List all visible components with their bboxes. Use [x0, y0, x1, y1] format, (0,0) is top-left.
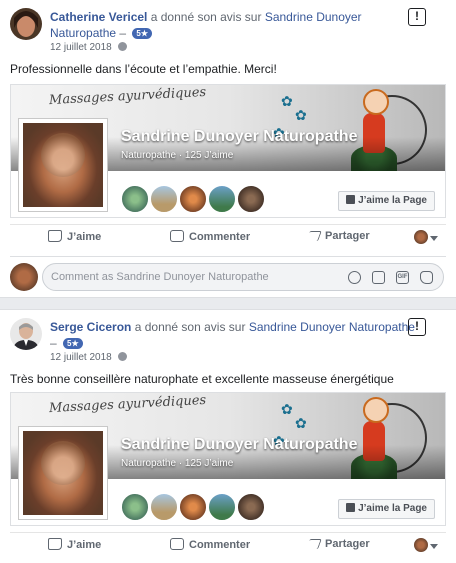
like-page-label: J’aime la Page: [358, 195, 427, 206]
comment-button[interactable]: Commenter: [170, 230, 250, 243]
author-name-link[interactable]: Serge Ciceron: [50, 320, 131, 334]
share-arrow-icon: [306, 231, 322, 241]
friend-avatar[interactable]: [237, 185, 265, 213]
commenter-avatar: [10, 263, 38, 291]
like-button[interactable]: J’aime: [48, 230, 101, 243]
friend-avatar[interactable]: [237, 493, 265, 521]
share-label: Partager: [325, 230, 370, 242]
comment-composer: Comment as Sandrine Dunoyer Naturopathe …: [10, 256, 446, 291]
friend-avatar[interactable]: [150, 493, 178, 521]
friend-avatars: [121, 493, 266, 521]
comment-button[interactable]: Commenter: [170, 538, 250, 551]
reactor-avatar[interactable]: [414, 230, 428, 244]
friend-avatar[interactable]: [121, 493, 149, 521]
post-header-text: Catherine Vericel a donné son avis sur S…: [50, 9, 416, 41]
thumbs-up-icon: [48, 230, 62, 242]
flower-icon: ✿: [295, 415, 307, 431]
chevron-down-icon[interactable]: [430, 236, 438, 241]
cover-script-text: Massages ayurvédiques: [48, 85, 207, 109]
friend-avatar[interactable]: [121, 185, 149, 213]
thumbs-up-icon: [48, 538, 62, 550]
page-name-link[interactable]: Sandrine Dunoyer Naturopathe: [249, 320, 415, 334]
comment-label: Commenter: [189, 231, 251, 243]
author-avatar[interactable]: [10, 318, 42, 350]
friend-avatar[interactable]: [208, 185, 236, 213]
like-page-button[interactable]: J’aime la Page: [338, 191, 435, 211]
like-label: J’aime: [67, 231, 102, 243]
friend-avatar[interactable]: [179, 185, 207, 213]
feed-separator: [0, 297, 456, 310]
share-label: Partager: [325, 538, 370, 550]
sticker-icon[interactable]: [420, 271, 433, 284]
camera-icon[interactable]: [372, 271, 385, 284]
review-text: Très bonne conseillère naturophate et ex…: [10, 372, 394, 386]
author-avatar[interactable]: [10, 8, 42, 40]
share-arrow-icon: [306, 539, 322, 549]
thumbs-up-icon: [346, 195, 356, 204]
page-card[interactable]: Massages ayurvédiques ✿ ✿ ✿ Sandrine Dun…: [10, 392, 446, 526]
report-flag-icon[interactable]: !: [408, 8, 426, 26]
comment-bubble-icon: [170, 538, 184, 550]
card-page-subtitle: Naturopathe · 125 J’aime: [121, 150, 234, 161]
chevron-down-icon[interactable]: [430, 544, 438, 549]
card-page-title[interactable]: Sandrine Dunoyer Naturopathe: [121, 436, 357, 454]
like-page-label: J’aime la Page: [358, 503, 427, 514]
reactor-avatar[interactable]: [414, 538, 428, 552]
fairy-head-graphic: [363, 397, 389, 423]
friend-avatar[interactable]: [179, 493, 207, 521]
post-header: Serge Ciceron a donné son avis sur Sandr…: [10, 318, 446, 364]
like-button[interactable]: J’aime: [48, 538, 101, 551]
card-page-title[interactable]: Sandrine Dunoyer Naturopathe: [121, 128, 357, 146]
thumbs-up-icon: [346, 503, 356, 512]
post-meta: 12 juillet 2018: [50, 351, 127, 364]
dash-separator: –: [119, 26, 127, 40]
rating-badge: 5★: [132, 28, 153, 39]
rating-badge: 5★: [63, 338, 83, 349]
globe-icon[interactable]: [117, 42, 127, 51]
post-header: Catherine Vericel a donné son avis sur S…: [10, 8, 446, 54]
like-label: J’aime: [67, 539, 102, 551]
share-button[interactable]: Partager: [306, 230, 370, 242]
flower-icon: ✿: [281, 93, 293, 109]
post-meta: 12 juillet 2018: [50, 41, 127, 54]
card-page-subtitle: Naturopathe · 125 J’aime: [121, 458, 234, 469]
page-card[interactable]: Massages ayurvédiques ✿ ✿ ✿ Sandrine Dun…: [10, 84, 446, 218]
dash-separator: –: [50, 336, 57, 350]
fairy-head-graphic: [363, 89, 389, 115]
flower-icon: ✿: [281, 401, 293, 417]
cover-script-text: Massages ayurvédiques: [48, 393, 207, 417]
post-date-link[interactable]: 12 juillet 2018: [50, 42, 112, 53]
friend-avatars: [121, 185, 266, 213]
comment-placeholder: Comment as Sandrine Dunoyer Naturopathe: [51, 271, 269, 283]
friend-avatar[interactable]: [208, 493, 236, 521]
post-actions-bar: J’aime Commenter Partager: [10, 224, 446, 250]
post-header-text: Serge Ciceron a donné son avis sur Sandr…: [50, 319, 416, 351]
gif-icon[interactable]: GIF: [396, 271, 409, 284]
post-date-link[interactable]: 12 juillet 2018: [50, 352, 112, 363]
review-verb: a donné son avis sur: [134, 320, 246, 334]
report-flag-icon[interactable]: !: [408, 318, 426, 336]
review-post: Serge Ciceron a donné son avis sur Sandr…: [0, 310, 456, 563]
emoji-icon[interactable]: [348, 271, 361, 284]
flower-icon: ✿: [295, 107, 307, 123]
profile-photo: [23, 431, 103, 515]
page-profile-picture[interactable]: [18, 118, 108, 212]
comment-bubble-icon: [170, 230, 184, 242]
comment-label: Commenter: [189, 539, 251, 551]
share-button[interactable]: Partager: [306, 538, 370, 550]
page-profile-picture[interactable]: [18, 426, 108, 520]
review-verb: a donné son avis sur: [150, 10, 262, 24]
like-page-button[interactable]: J’aime la Page: [338, 499, 435, 519]
review-text: Professionnelle dans l’écoute et l’empat…: [10, 62, 277, 76]
post-actions-bar: J’aime Commenter Partager: [10, 532, 446, 558]
friend-avatar[interactable]: [150, 185, 178, 213]
globe-icon[interactable]: [117, 352, 127, 361]
profile-photo: [23, 123, 103, 207]
author-name-link[interactable]: Catherine Vericel: [50, 10, 147, 24]
comment-input[interactable]: Comment as Sandrine Dunoyer Naturopathe …: [42, 263, 444, 291]
review-post: Catherine Vericel a donné son avis sur S…: [0, 0, 456, 297]
